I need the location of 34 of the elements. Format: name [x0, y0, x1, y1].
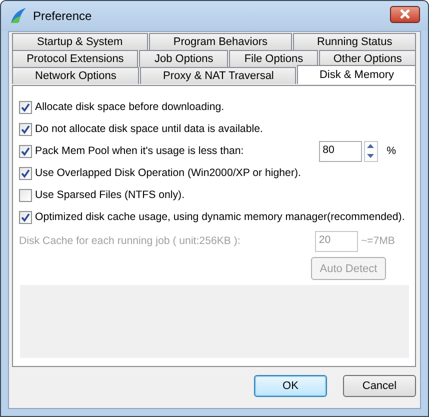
- up-arrow-icon: [367, 144, 374, 148]
- close-icon: [399, 9, 411, 19]
- unit-label: %: [386, 145, 396, 157]
- checkbox[interactable]: [19, 100, 32, 114]
- checkbox[interactable]: [19, 122, 32, 136]
- checkbox[interactable]: [19, 144, 32, 158]
- tab[interactable]: Running Status: [293, 33, 416, 50]
- input-field[interactable]: 80: [318, 140, 362, 162]
- window-title: Preference: [33, 9, 93, 23]
- tab[interactable]: Disk & Memory: [297, 65, 416, 84]
- checkbox[interactable]: [19, 188, 32, 202]
- dialog-button[interactable]: OK: [254, 375, 327, 397]
- dialog-button[interactable]: Cancel: [343, 375, 416, 397]
- checkbox[interactable]: [19, 166, 32, 180]
- tab[interactable]: Program Behaviors: [148, 33, 292, 50]
- tab[interactable]: Proxy & NAT Traversal: [140, 67, 296, 84]
- spin-button[interactable]: [364, 140, 378, 162]
- option-label: Use Sparsed Files (NTFS only).: [35, 189, 185, 201]
- field-label: Disk Cache for each running job ( unit:256KB ):: [19, 235, 242, 247]
- option-label: Do not allocate disk space until data is available.: [35, 123, 263, 135]
- down-arrow-icon: [367, 154, 374, 158]
- option-label: Use Overlapped Disk Operation (Win2000/XP or higher).: [35, 167, 301, 179]
- tab[interactable]: File Options: [229, 50, 318, 67]
- tab[interactable]: Startup & System: [12, 33, 148, 50]
- option-label: Optimized disk cache usage, using dynamic memory manager(recommended).: [35, 211, 405, 223]
- checkbox[interactable]: [19, 210, 32, 224]
- close-button[interactable]: [390, 6, 420, 22]
- tab[interactable]: Network Options: [12, 67, 140, 84]
- app-icon: [9, 7, 27, 25]
- tab[interactable]: Job Options: [139, 50, 228, 67]
- unit-label: ~=7MB: [360, 235, 395, 247]
- option-label: Allocate disk space before downloading.: [35, 101, 224, 113]
- option-label: Pack Mem Pool when it's usage is less than:: [35, 145, 244, 157]
- tab[interactable]: Protocol Extensions: [12, 50, 138, 67]
